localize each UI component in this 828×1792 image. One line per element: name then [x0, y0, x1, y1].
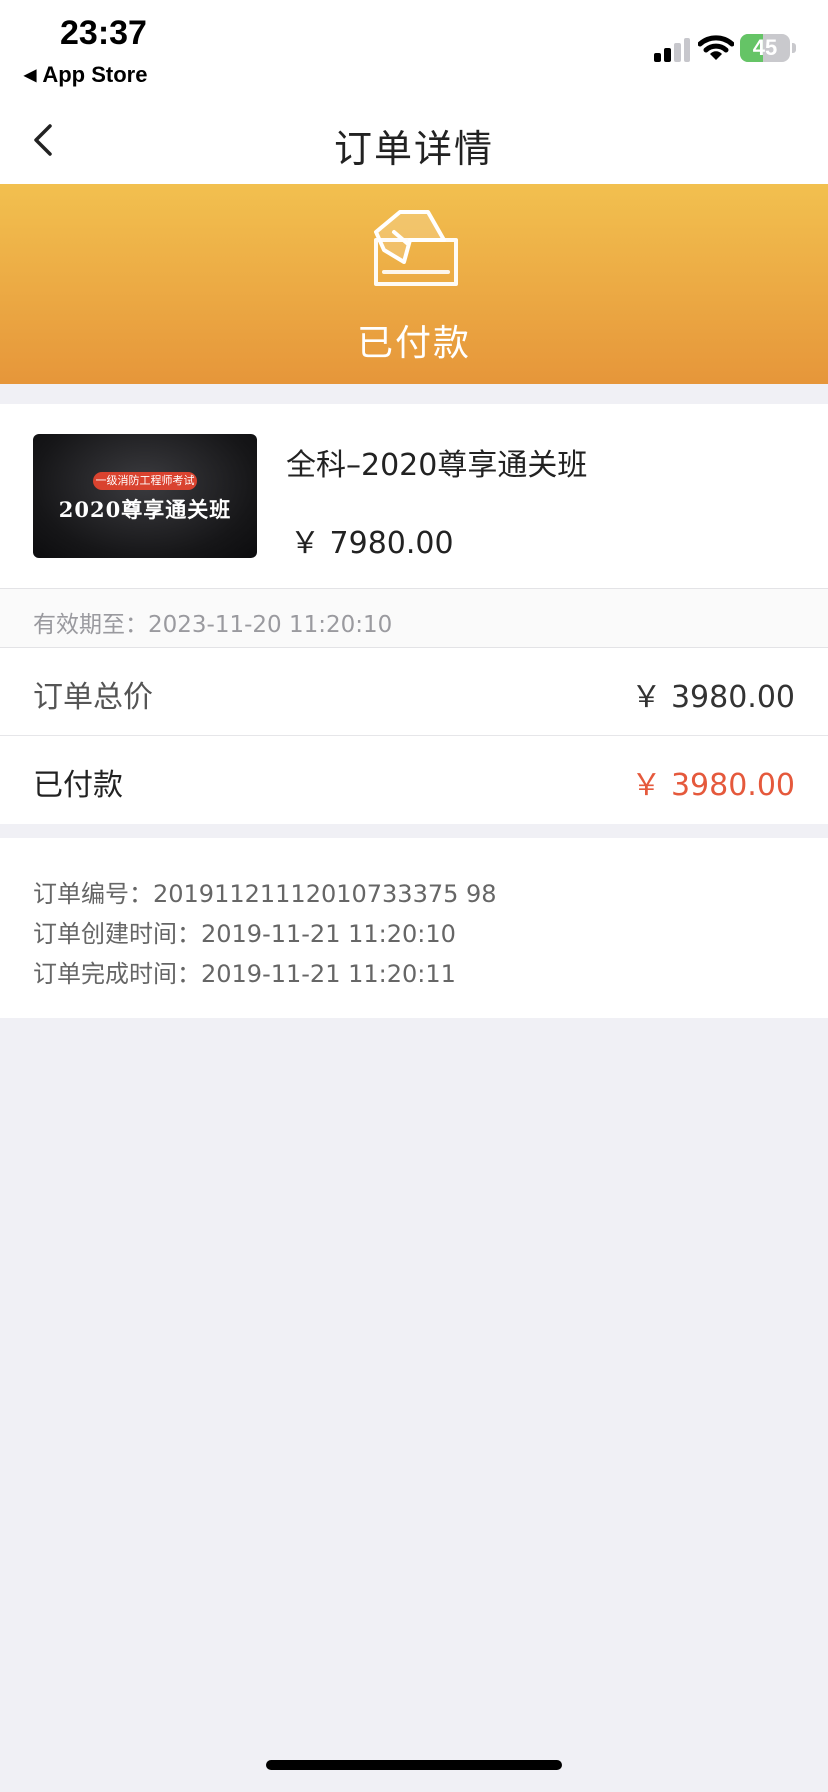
order-number: 订单编号：20191121112010733375 98: [33, 880, 497, 908]
home-indicator[interactable]: [266, 1760, 562, 1770]
battery-level: 45: [752, 35, 778, 60]
cellular-signal-icon: [654, 38, 690, 62]
order-created-time: 订单创建时间：2019-11-21 11:20:10: [33, 920, 456, 948]
order-total-row: 订单总价 ￥ 3980.00: [0, 648, 828, 736]
paid-amount-row: 已付款 ￥ 3980.00: [0, 736, 828, 824]
order-completed-time: 订单完成时间：2019-11-21 11:20:11: [33, 960, 456, 988]
order-status-banner: 已付款: [0, 184, 828, 384]
top-bar: 23:37 ◀ App Store 45 订单详情: [0, 0, 828, 184]
thumbnail-title: 2020尊享通关班: [58, 497, 232, 522]
order-status-text: 已付款: [356, 323, 471, 364]
back-app-label: App Store: [42, 62, 148, 87]
product-price: ￥ 7980.00: [290, 526, 454, 561]
status-time: 23:37: [60, 14, 147, 52]
product-name: 全科–2020尊享通关班: [286, 448, 588, 483]
order-info-section: 订单编号：20191121112010733375 98 订单创建时间：2019…: [0, 838, 828, 1018]
payment-card-icon: [374, 210, 458, 286]
battery-indicator: 45: [740, 34, 796, 62]
validity-text: 有效期至：2023-11-20 11:20:10: [33, 612, 393, 638]
paid-value: ￥ 3980.00: [631, 768, 795, 803]
order-total-value: ￥ 3980.00: [631, 680, 795, 715]
validity-row: 有效期至：2023-11-20 11:20:10: [0, 588, 828, 648]
product-card[interactable]: 一级消防工程师考试 2020尊享通关班 全科–2020尊享通关班 ￥ 7980.…: [0, 404, 828, 588]
back-to-app-link[interactable]: ◀ App Store: [24, 62, 147, 88]
product-thumbnail: 一级消防工程师考试 2020尊享通关班: [33, 434, 257, 558]
wifi-icon: [698, 35, 734, 60]
paid-label: 已付款: [33, 768, 123, 803]
back-triangle-icon: ◀: [24, 67, 37, 84]
thumbnail-tag: 一级消防工程师考试: [93, 472, 197, 490]
order-total-label: 订单总价: [33, 680, 153, 715]
page-title: 订单详情: [333, 127, 494, 171]
